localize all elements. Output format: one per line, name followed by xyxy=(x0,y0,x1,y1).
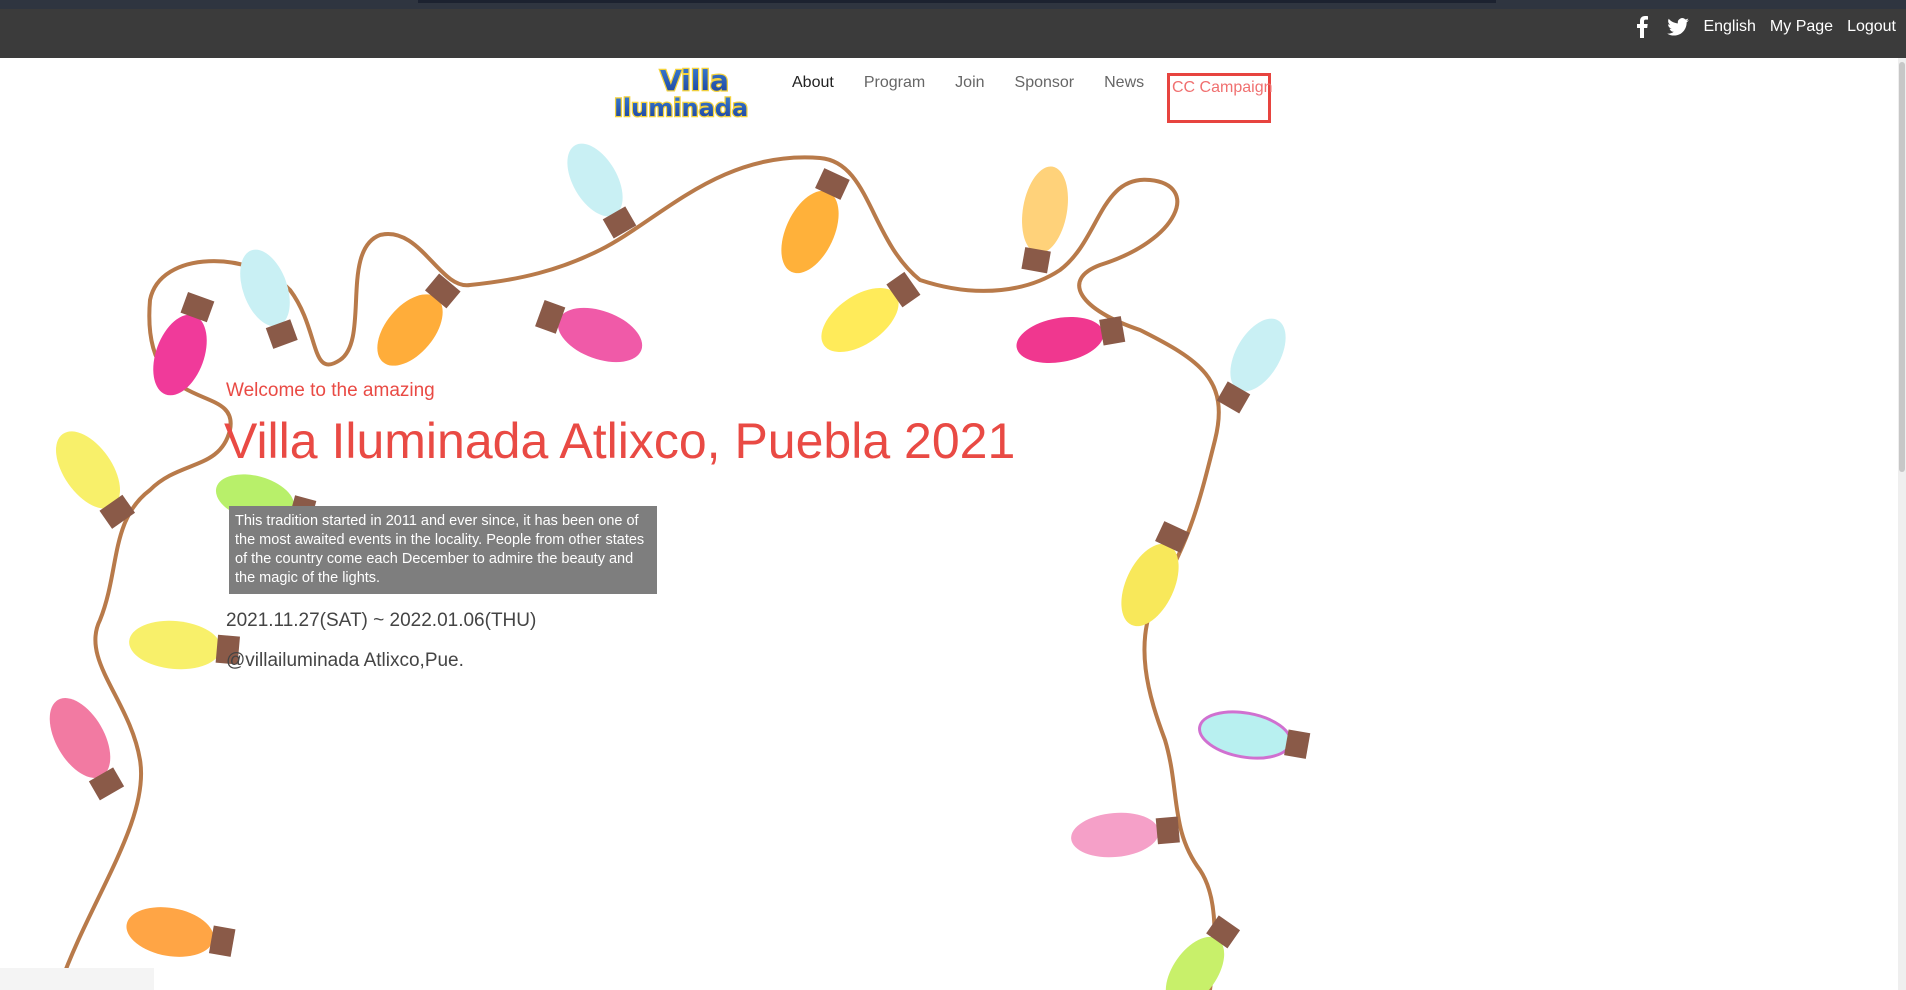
main-nav: About Program Join Sponsor News xyxy=(792,74,1144,92)
language-link[interactable]: English xyxy=(1703,18,1755,36)
logout-link[interactable]: Logout xyxy=(1847,18,1896,36)
event-dates: 2021.11.27(SAT) ~ 2022.01.06(THU) xyxy=(226,610,537,631)
christmas-lights-decoration xyxy=(49,143,1311,990)
nav-program[interactable]: Program xyxy=(864,74,925,92)
logo-text-iluminada: Iluminada xyxy=(614,94,748,122)
my-page-link[interactable]: My Page xyxy=(1770,18,1833,36)
nav-news[interactable]: News xyxy=(1104,74,1144,92)
browser-strip xyxy=(0,0,1906,9)
scrollbar-thumb[interactable] xyxy=(1899,62,1905,472)
top-nav: English My Page Logout xyxy=(1631,14,1896,40)
nav-about[interactable]: About xyxy=(792,74,834,92)
facebook-icon[interactable] xyxy=(1631,16,1653,38)
twitter-icon[interactable] xyxy=(1667,16,1690,38)
nav-join[interactable]: Join xyxy=(955,74,984,92)
top-bar: English My Page Logout xyxy=(0,0,1906,58)
welcome-text: Welcome to the amazing xyxy=(226,380,435,401)
villa-iluminada-logo[interactable]: Villa Iluminada xyxy=(610,60,750,122)
social-handle[interactable]: @villailuminada Atlixco,Pue. xyxy=(226,650,464,672)
vertical-scrollbar[interactable] xyxy=(1898,58,1906,990)
logo-text-villa: Villa xyxy=(660,64,729,97)
status-bar xyxy=(0,968,154,990)
nav-cc-campaign[interactable]: CC Campaign xyxy=(1172,79,1272,97)
nav-sponsor[interactable]: Sponsor xyxy=(1015,74,1075,92)
description-box: This tradition started in 2011 and ever … xyxy=(229,506,657,594)
page-title: Villa Iluminada Atlixco, Puebla 2021 xyxy=(224,413,1016,469)
